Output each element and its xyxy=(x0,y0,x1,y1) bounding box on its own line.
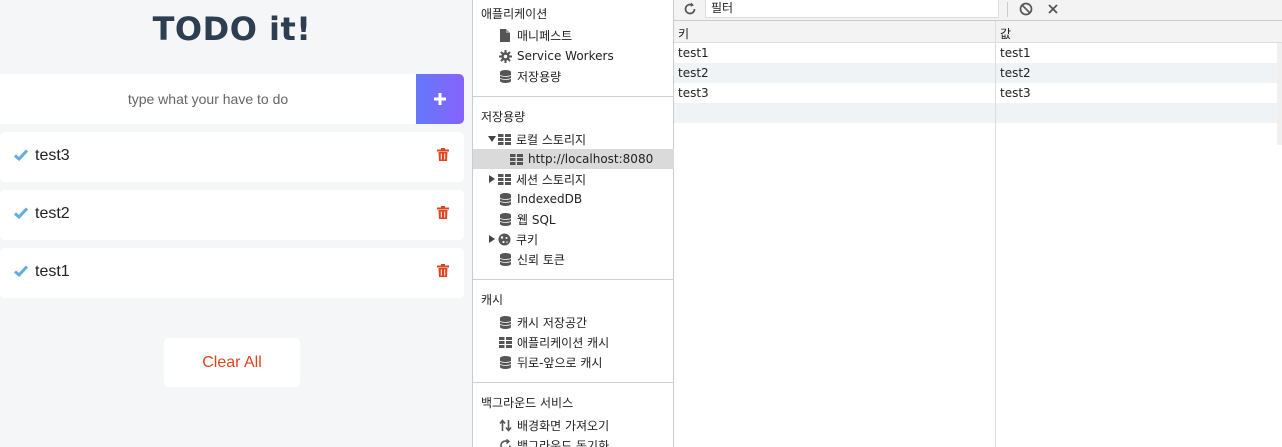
triangle-down-icon[interactable] xyxy=(487,132,496,146)
file-icon xyxy=(498,28,512,42)
toolbar-divider xyxy=(1007,2,1008,17)
column-header-key[interactable]: 키 xyxy=(678,25,689,42)
scrollbar[interactable] xyxy=(1277,43,1282,145)
sidebar-item-label: 쿠키 xyxy=(516,232,539,247)
sidebar-item-label: 백그라운드 동기화 xyxy=(517,438,610,447)
sidebar-item-label: 애플리케이션 캐시 xyxy=(517,335,610,350)
table-row[interactable]: test3 test3 xyxy=(674,83,1282,103)
todo-item: test3 xyxy=(0,132,464,182)
cell-value: test1 xyxy=(1000,46,1031,60)
todo-app: TODO it! test3 xyxy=(0,0,473,447)
check-icon[interactable] xyxy=(14,265,28,277)
trash-icon[interactable] xyxy=(437,264,449,277)
database-icon xyxy=(498,252,512,266)
grid-icon xyxy=(509,152,523,166)
cell-key: test1 xyxy=(678,46,709,60)
sidebar-item-indexeddb[interactable]: IndexedDB xyxy=(473,189,674,209)
todo-input-row xyxy=(0,74,464,124)
gear-icon xyxy=(498,49,512,63)
database-icon xyxy=(498,192,512,206)
sidebar-item-session-storage[interactable]: 세션 스토리지 xyxy=(473,169,674,189)
sidebar-item-label: 배경화면 가져오기 xyxy=(517,418,610,433)
section-title-storage: 저장용량 xyxy=(481,110,526,124)
grid-icon xyxy=(498,335,512,349)
todo-item-label: test3 xyxy=(35,147,70,164)
storage-table: 키 값 test1 test1 test2 test2 test3 test3 xyxy=(674,21,1282,447)
sidebar-item-label: 로컬 스토리지 xyxy=(516,132,587,147)
todo-item: test1 xyxy=(0,248,464,298)
table-header xyxy=(674,21,1282,43)
grid-icon xyxy=(497,172,511,186)
add-todo-button[interactable] xyxy=(416,74,464,124)
section-title-application: 애플리케이션 xyxy=(481,7,548,21)
table-row[interactable]: test2 test2 xyxy=(674,63,1282,83)
database-icon xyxy=(498,212,512,226)
sidebar-item-label: IndexedDB xyxy=(517,192,583,206)
sidebar-item-background-fetch[interactable]: 배경화면 가져오기 xyxy=(473,415,674,435)
app-title: TODO it! xyxy=(152,10,312,48)
sidebar-item-service-workers[interactable]: Service Workers xyxy=(473,46,674,66)
cell-value: test3 xyxy=(1000,86,1031,100)
section-title-background-services: 백그라운드 서비스 xyxy=(481,396,574,410)
cell-key: test3 xyxy=(678,86,709,100)
clear-all-icon[interactable] xyxy=(1018,1,1034,17)
trash-icon[interactable] xyxy=(437,206,449,219)
sidebar-item-label: 세션 스토리지 xyxy=(516,172,587,187)
database-icon xyxy=(498,69,512,83)
triangle-right-icon[interactable] xyxy=(487,232,496,246)
devtools-sidebar: 애플리케이션 매니페스트 Service Workers 저장용량 저장용량 로… xyxy=(472,0,674,447)
sidebar-item-localhost[interactable]: http://localhost:8080 xyxy=(473,149,674,169)
column-divider xyxy=(995,21,996,447)
sidebar-item-label: 매니페스트 xyxy=(517,28,573,43)
sidebar-item-cookies[interactable]: 쿠키 xyxy=(473,229,674,249)
todo-item-label: test2 xyxy=(35,205,70,222)
sidebar-item-manifest[interactable]: 매니페스트 xyxy=(473,25,674,45)
divider xyxy=(473,96,674,97)
divider xyxy=(473,279,674,280)
sidebar-item-trust-tokens[interactable]: 신뢰 토큰 xyxy=(473,249,674,269)
storage-panel: 필터 키 값 test1 test1 test2 test2 test3 tes… xyxy=(674,0,1282,447)
delete-selected-icon[interactable] xyxy=(1045,1,1061,17)
table-row-empty xyxy=(674,103,1282,123)
sidebar-item-application-cache[interactable]: 애플리케이션 캐시 xyxy=(473,332,674,352)
sidebar-item-storage[interactable]: 저장용량 xyxy=(473,66,674,86)
refresh-icon[interactable] xyxy=(682,1,698,17)
todo-input[interactable] xyxy=(0,74,416,124)
cookie-icon xyxy=(497,232,511,246)
clear-all-button[interactable]: Clear All xyxy=(164,338,300,387)
storage-toolbar: 필터 xyxy=(674,0,1282,21)
sidebar-item-label: 저장용량 xyxy=(517,69,562,84)
divider xyxy=(473,382,674,383)
sidebar-item-label: Service Workers xyxy=(517,49,614,63)
sync-icon xyxy=(498,438,512,447)
sidebar-item-background-sync[interactable]: 백그라운드 동기화 xyxy=(473,435,674,447)
cell-key: test2 xyxy=(678,66,709,80)
sidebar-item-label: 캐시 저장공간 xyxy=(517,315,588,330)
sidebar-item-cache-storage[interactable]: 캐시 저장공간 xyxy=(473,312,674,332)
sidebar-item-web-sql[interactable]: 웹 SQL xyxy=(473,209,674,229)
filter-input[interactable]: 필터 xyxy=(705,0,999,18)
sidebar-item-label: 신뢰 토큰 xyxy=(517,252,565,267)
fetch-arrows-icon xyxy=(498,418,512,432)
cell-value: test2 xyxy=(1000,66,1031,80)
grid-icon xyxy=(497,132,511,146)
sidebar-item-back-forward-cache[interactable]: 뒤로-앞으로 캐시 xyxy=(473,352,674,372)
check-icon[interactable] xyxy=(14,207,28,219)
database-icon xyxy=(498,355,512,369)
todo-item: test2 xyxy=(0,190,464,240)
section-title-cache: 캐시 xyxy=(481,293,504,307)
sidebar-item-label: 웹 SQL xyxy=(517,212,556,227)
column-header-value[interactable]: 값 xyxy=(1000,25,1011,42)
sidebar-item-label: http://localhost:8080 xyxy=(528,152,654,166)
plus-icon xyxy=(434,93,446,105)
sidebar-item-label: 뒤로-앞으로 캐시 xyxy=(517,355,603,370)
trash-icon[interactable] xyxy=(437,148,449,161)
table-row[interactable]: test1 test1 xyxy=(674,43,1282,63)
triangle-right-icon[interactable] xyxy=(487,172,496,186)
check-icon[interactable] xyxy=(14,149,28,161)
database-icon xyxy=(498,315,512,329)
sidebar-item-local-storage[interactable]: 로컬 스토리지 xyxy=(473,129,674,149)
todo-item-label: test1 xyxy=(35,263,70,280)
